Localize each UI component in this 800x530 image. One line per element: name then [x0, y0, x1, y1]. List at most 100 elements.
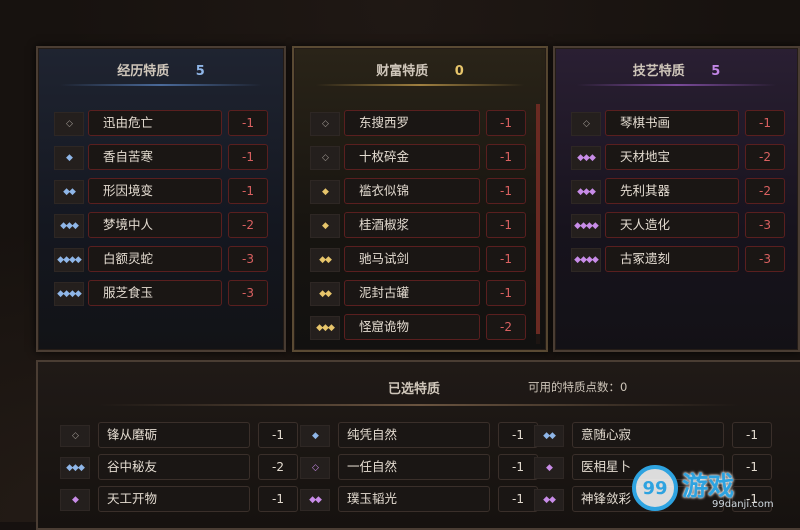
tier-diamond-icon: ◇ [300, 457, 330, 479]
trait-name-button[interactable]: 东搜西罗 [344, 110, 480, 136]
tier-diamond-icon: ◆◆◆◆ [54, 248, 84, 272]
trait-row[interactable]: ◆ 褴衣似锦 -1 [310, 178, 536, 212]
trait-cost: -1 [228, 178, 268, 204]
selected-trait-name[interactable]: 天工开物 [98, 486, 250, 512]
trait-cost: -1 [486, 144, 526, 170]
selected-trait-row[interactable]: ◇ 一任自然 -1 [300, 454, 540, 486]
trait-name-button[interactable]: 形因境变 [88, 178, 222, 204]
trait-count: 0 [454, 64, 464, 79]
selected-title: 已选特质 [388, 382, 441, 397]
trait-cost: -3 [745, 246, 785, 272]
trait-row[interactable]: ◆◆◆ 先利其器 -2 [571, 178, 788, 212]
trait-cost: -3 [745, 212, 785, 238]
selected-trait-row[interactable]: ◆ 天工开物 -1 [60, 486, 300, 518]
panel-title: 经历特质 [117, 64, 170, 79]
divider [60, 84, 262, 86]
wealth-scrollbar[interactable] [536, 104, 540, 344]
wealth-panel-header: 财富特质 0 [294, 60, 546, 82]
tier-diamond-icon: ◆◆ [310, 282, 340, 306]
selected-trait-row[interactable]: ◆◆◆ 谷中秘友 -2 [60, 454, 300, 486]
trait-cost: -2 [486, 314, 526, 340]
selected-trait-name[interactable]: 纯凭自然 [338, 422, 490, 448]
trait-cost: -1 [228, 144, 268, 170]
trait-name-button[interactable]: 香自苦寒 [88, 144, 222, 170]
selected-trait-name[interactable]: 一任自然 [338, 454, 490, 480]
trait-name-button[interactable]: 天人造化 [605, 212, 739, 238]
trait-name-button[interactable]: 天材地宝 [605, 144, 739, 170]
selected-trait-name[interactable]: 谷中秘友 [98, 454, 250, 480]
tier-diamond-icon: ◆◆ [534, 425, 564, 447]
available-points-label: 可用的特质点数： [528, 380, 620, 394]
tier-diamond-icon: ◆◆◆◆ [571, 214, 601, 238]
selected-trait-cost: -1 [498, 454, 538, 480]
trait-name-button[interactable]: 梦境中人 [88, 212, 222, 238]
selected-trait-cost: -2 [258, 454, 298, 480]
watermark-main: 游戏 [682, 472, 735, 502]
trait-name-button[interactable]: 驰马试剑 [344, 246, 480, 272]
experience-panel-header: 经历特质 5 [38, 60, 284, 82]
trait-name-button[interactable]: 先利其器 [605, 178, 739, 204]
selected-trait-row[interactable]: ◆ 纯凭自然 -1 [300, 422, 540, 454]
selected-trait-row[interactable]: ◆◆ 璞玉韬光 -1 [300, 486, 540, 518]
tier-diamond-icon: ◆◆ [534, 489, 564, 511]
tier-diamond-icon: ◆ [310, 180, 340, 204]
trait-row[interactable]: ◆◆ 泥封古罐 -1 [310, 280, 536, 314]
trait-cost: -1 [486, 280, 526, 306]
trait-cost: -1 [486, 178, 526, 204]
tier-diamond-icon: ◆ [54, 146, 84, 170]
scrollbar-thumb[interactable] [536, 104, 540, 334]
trait-row[interactable]: ◇ 琴棋书画 -1 [571, 110, 788, 144]
wealth-trait-list: ◇ 东搜西罗 -1 ◇ 十枚碎金 -1 ◆ 褴衣似锦 -1 ◆ 桂酒椒浆 -1 ◆◆ 驰马试剑 -1 ◆◆ 泥封… [310, 110, 536, 348]
trait-row[interactable]: ◆◆◆◆ 天人造化 -3 [571, 212, 788, 246]
divider [577, 84, 776, 86]
selected-trait-row[interactable]: ◆◆ 意随心寂 -1 [534, 422, 774, 454]
trait-name-button[interactable]: 十枚碎金 [344, 144, 480, 170]
trait-name-button[interactable]: 桂酒椒浆 [344, 212, 480, 238]
trait-row[interactable]: ◆◆◆ 怪窟诡物 -2 [310, 314, 536, 348]
experience-trait-list: ◇ 迅由危亡 -1 ◆ 香自苦寒 -1 ◆◆ 形因境变 -1 ◆◆◆ 梦境中人 -2 ◆◆◆◆ 白额灵蛇 -… [54, 110, 274, 314]
trait-name-button[interactable]: 怪窟诡物 [344, 314, 480, 340]
trait-row[interactable]: ◇ 东搜西罗 -1 [310, 110, 536, 144]
selected-trait-row[interactable]: ◇ 锋从磨砺 -1 [60, 422, 300, 454]
trait-row[interactable]: ◆◆ 驰马试剑 -1 [310, 246, 536, 280]
trait-name-button[interactable]: 泥封古罐 [344, 280, 480, 306]
trait-row[interactable]: ◆ 香自苦寒 -1 [54, 144, 274, 178]
trait-row[interactable]: ◆ 桂酒椒浆 -1 [310, 212, 536, 246]
trait-row[interactable]: ◆◆◆◆ 古冢遗刻 -3 [571, 246, 788, 280]
trait-cost: -1 [486, 110, 526, 136]
tier-diamond-icon: ◆◆◆ [571, 146, 601, 170]
watermark-url: 99danji.com [712, 499, 774, 510]
trait-row[interactable]: ◆◆◆ 天材地宝 -2 [571, 144, 788, 178]
tier-diamond-icon: ◇ [310, 112, 340, 136]
tier-diamond-icon: ◆ [534, 457, 564, 479]
trait-count: 5 [711, 64, 721, 79]
trait-name-button[interactable]: 褴衣似锦 [344, 178, 480, 204]
tier-diamond-icon: ◇ [60, 425, 90, 447]
trait-name-button[interactable]: 琴棋书画 [605, 110, 739, 136]
selected-trait-cost: -1 [258, 486, 298, 512]
selected-trait-cost: -1 [258, 422, 298, 448]
trait-cost: -1 [486, 246, 526, 272]
skill-trait-list: ◇ 琴棋书画 -1 ◆◆◆ 天材地宝 -2 ◆◆◆ 先利其器 -2 ◆◆◆◆ 天人造化 -3 ◆◆◆◆ 古… [571, 110, 788, 280]
skill-panel-header: 技艺特质 5 [555, 60, 798, 82]
selected-trait-name[interactable]: 意随心寂 [572, 422, 724, 448]
trait-row[interactable]: ◆◆◆◆ 服芝食玉 -3 [54, 280, 274, 314]
trait-row[interactable]: ◇ 迅由危亡 -1 [54, 110, 274, 144]
trait-row[interactable]: ◇ 十枚碎金 -1 [310, 144, 536, 178]
tier-diamond-icon: ◇ [310, 146, 340, 170]
trait-row[interactable]: ◆◆◆◆ 白额灵蛇 -3 [54, 246, 274, 280]
trait-name-button[interactable]: 服芝食玉 [88, 280, 222, 306]
trait-name-button[interactable]: 古冢遗刻 [605, 246, 739, 272]
trait-name-button[interactable]: 迅由危亡 [88, 110, 222, 136]
trait-row[interactable]: ◆◆◆ 梦境中人 -2 [54, 212, 274, 246]
watermark-logo-icon: 99 [632, 465, 678, 511]
tier-diamond-icon: ◆ [300, 425, 330, 447]
selected-trait-name[interactable]: 璞玉韬光 [338, 486, 490, 512]
tier-diamond-icon: ◆◆◆ [310, 316, 340, 340]
tier-diamond-icon: ◇ [54, 112, 84, 136]
trait-cost: -1 [745, 110, 785, 136]
trait-row[interactable]: ◆◆ 形因境变 -1 [54, 178, 274, 212]
trait-count: 5 [195, 64, 205, 79]
trait-name-button[interactable]: 白额灵蛇 [88, 246, 222, 272]
selected-trait-name[interactable]: 锋从磨砺 [98, 422, 250, 448]
